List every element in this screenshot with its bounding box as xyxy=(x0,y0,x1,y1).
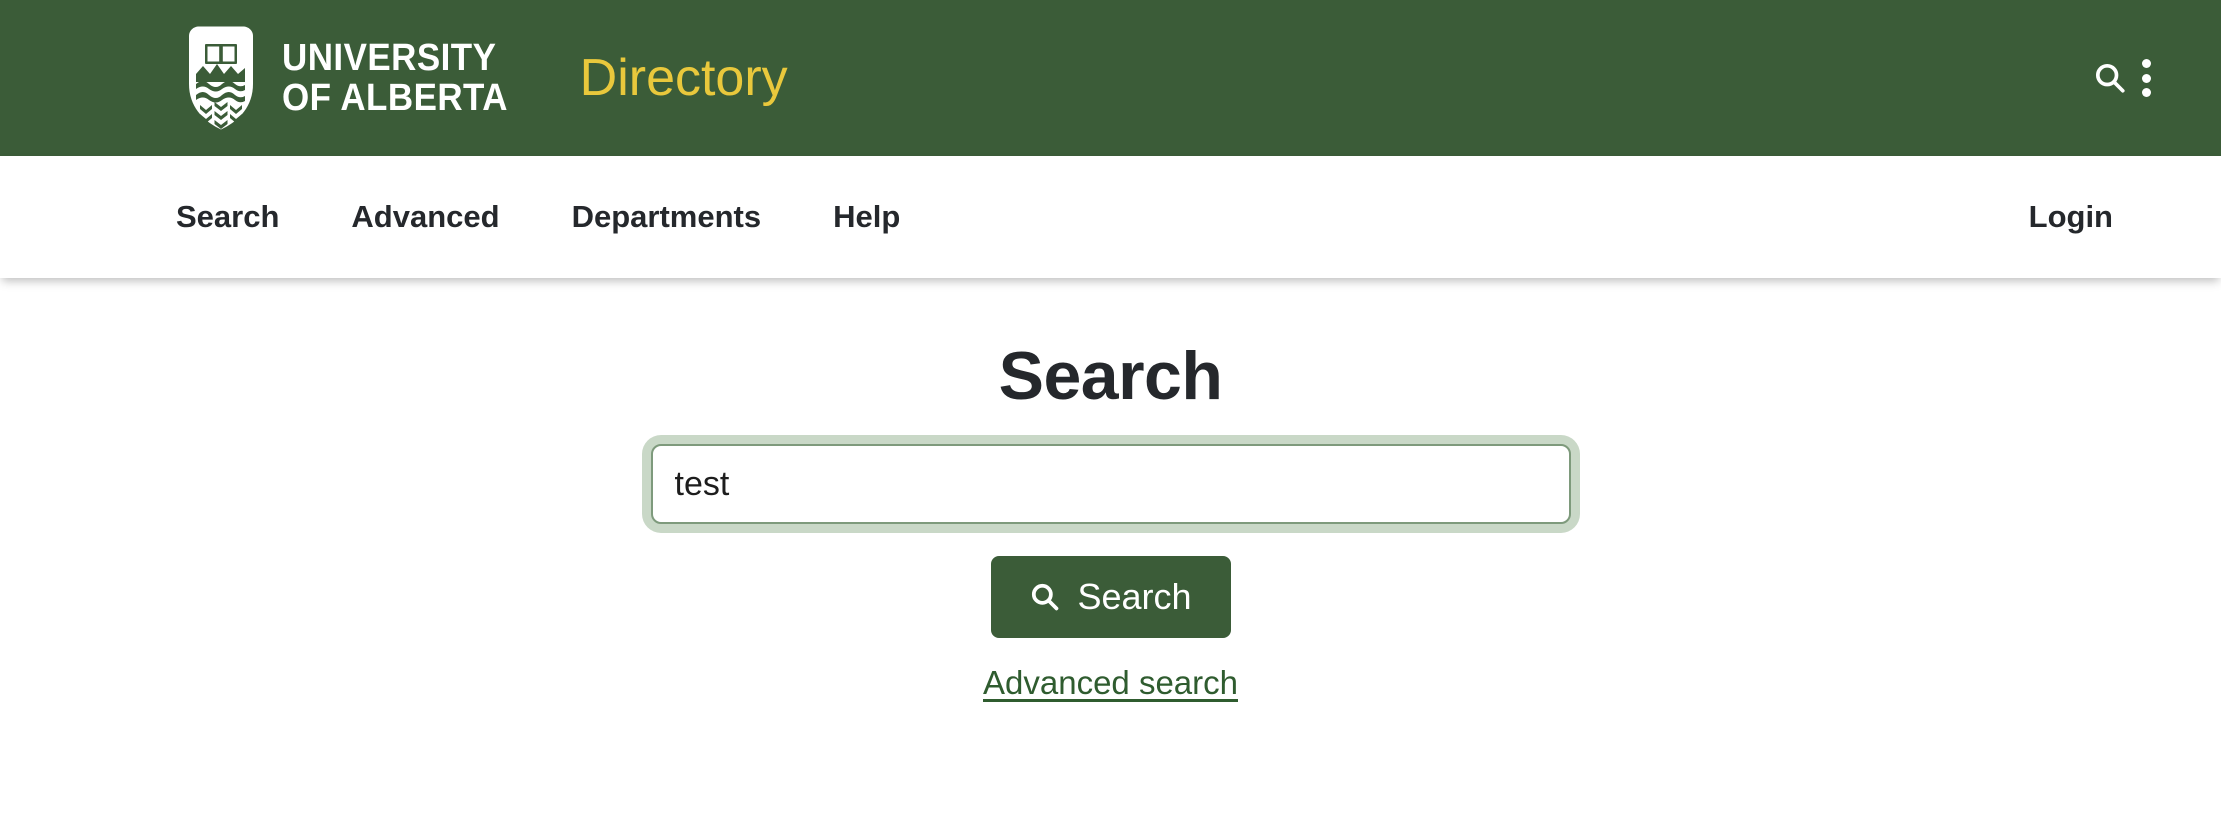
advanced-search-link[interactable]: Advanced search xyxy=(983,664,1238,702)
search-submit-label: Search xyxy=(1077,576,1192,617)
kebab-dot xyxy=(2141,59,2151,68)
nav-item-search[interactable]: Search xyxy=(176,193,315,241)
ualberta-shield-icon xyxy=(189,26,253,130)
nav-right-group: Login xyxy=(2029,199,2113,235)
nav-item-login[interactable]: Login xyxy=(2029,199,2113,234)
main-navigation: Search Advanced Departments Help Login xyxy=(0,156,2221,278)
search-input[interactable] xyxy=(650,444,1571,524)
header-search-button[interactable] xyxy=(2093,61,2127,95)
header-actions xyxy=(2093,59,2181,97)
search-icon xyxy=(1032,583,1059,611)
brand-logo-group[interactable]: UNIVERSITY OF ALBERTA Directory xyxy=(183,26,788,130)
nav-item-departments[interactable]: Departments xyxy=(536,193,798,241)
kebab-dot xyxy=(2141,88,2151,97)
brand-header: UNIVERSITY OF ALBERTA Directory xyxy=(0,0,2221,156)
kebab-dot xyxy=(2141,73,2151,83)
nav-item-advanced[interactable]: Advanced xyxy=(315,193,535,241)
search-submit-button[interactable]: Search xyxy=(990,556,1231,638)
wordmark-line-2: OF ALBERTA xyxy=(282,77,508,119)
main-content: Search Search Advanced search xyxy=(0,278,2221,702)
nav-items-group: Search Advanced Departments Help xyxy=(176,193,936,241)
search-icon xyxy=(2095,63,2125,93)
wordmark-line-1: UNIVERSITY xyxy=(282,36,497,79)
app-title: Directory xyxy=(579,49,788,107)
search-form: Search Advanced search xyxy=(0,444,2221,702)
university-wordmark: UNIVERSITY OF ALBERTA xyxy=(282,36,508,119)
kebab-menu-icon[interactable] xyxy=(2141,59,2151,97)
nav-item-help[interactable]: Help xyxy=(797,193,936,241)
search-input-wrapper xyxy=(650,444,1571,524)
page-title: Search xyxy=(998,338,1223,414)
